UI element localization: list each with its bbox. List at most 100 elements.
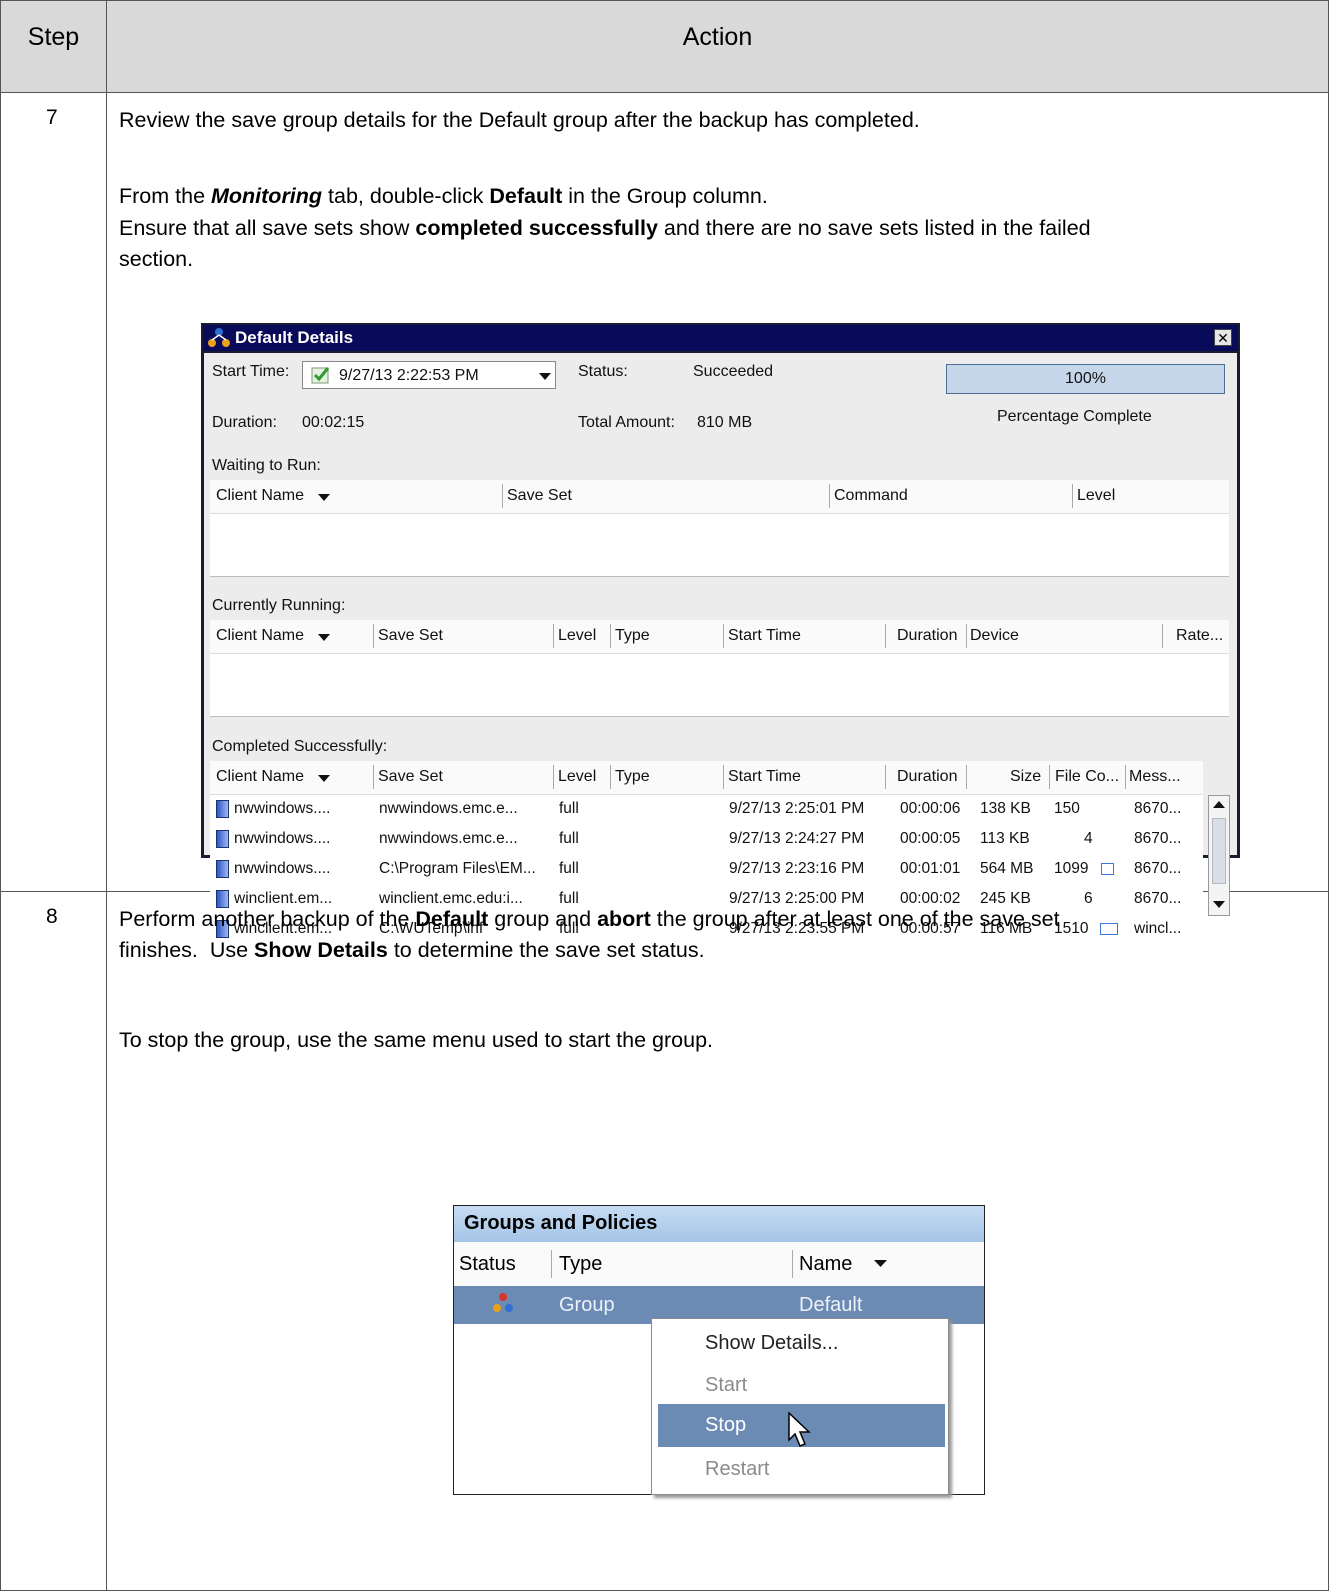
table-cell: 9/27/13 2:24:27 PM bbox=[729, 830, 865, 847]
window-titlebar: Default Details ✕ bbox=[203, 325, 1238, 351]
completed-table-header: Client Name Save Set Level Type Start Ti… bbox=[210, 761, 1203, 795]
table-cell: 00:00:05 bbox=[900, 830, 961, 847]
group-icon bbox=[493, 1293, 513, 1312]
column-divider[interactable] bbox=[553, 765, 554, 789]
column-divider[interactable] bbox=[885, 624, 886, 648]
column-divider[interactable] bbox=[551, 1250, 552, 1278]
column-divider[interactable] bbox=[1072, 484, 1073, 508]
column-divider[interactable] bbox=[723, 765, 724, 789]
column-divider[interactable] bbox=[553, 624, 554, 648]
col-status[interactable]: Status bbox=[459, 1253, 516, 1276]
col-client-name[interactable]: Client Name bbox=[216, 627, 304, 645]
client-computer-icon bbox=[216, 860, 229, 878]
col-message[interactable]: Mess... bbox=[1129, 768, 1181, 786]
table-cell: 4 bbox=[1084, 830, 1093, 847]
table-cell: full bbox=[559, 830, 579, 847]
column-divider[interactable] bbox=[610, 624, 611, 648]
percent-complete-label: Percentage Complete bbox=[997, 408, 1152, 425]
progress-text: 100% bbox=[1065, 370, 1106, 387]
waiting-table-header: Client Name Save Set Command Level bbox=[210, 480, 1229, 514]
table-cell: nwwindows.... bbox=[234, 830, 331, 847]
col-name[interactable]: Name bbox=[799, 1253, 852, 1276]
column-divider[interactable] bbox=[373, 765, 374, 789]
checkmark-icon bbox=[311, 367, 330, 384]
scrollbar[interactable] bbox=[1208, 795, 1230, 916]
window-title: Default Details bbox=[235, 328, 354, 347]
scroll-down-icon[interactable] bbox=[1213, 901, 1225, 909]
step-8-line-1: Perform another backup of the Default gr… bbox=[119, 905, 1060, 934]
menu-item-start[interactable]: Start bbox=[705, 1374, 747, 1397]
col-command[interactable]: Command bbox=[834, 487, 908, 505]
column-divider[interactable] bbox=[1049, 765, 1050, 789]
text-run: To stop the group, use the same menu use… bbox=[119, 1028, 714, 1052]
column-divider[interactable] bbox=[966, 624, 967, 648]
col-size[interactable]: Size bbox=[1010, 768, 1041, 786]
table-cell: nwwindows.emc.e... bbox=[379, 830, 518, 847]
text-run-bold: Default bbox=[415, 907, 489, 931]
col-device[interactable]: Device bbox=[970, 627, 1019, 645]
col-save-set[interactable]: Save Set bbox=[507, 487, 572, 505]
col-type[interactable]: Type bbox=[615, 627, 650, 645]
text-run-bold: abort bbox=[597, 907, 651, 931]
mouse-cursor-icon bbox=[788, 1412, 811, 1447]
column-divider[interactable] bbox=[792, 1250, 793, 1278]
close-button[interactable]: ✕ bbox=[1214, 329, 1232, 346]
col-duration[interactable]: Duration bbox=[897, 627, 957, 645]
text-run: the group after at least one of the save… bbox=[650, 907, 1060, 931]
table-cell: 8670... bbox=[1134, 890, 1182, 907]
table-row[interactable]: nwwindows.... nwwindows.emc.e... full 9/27/… bbox=[210, 825, 1200, 855]
text-run: finishes. Use bbox=[119, 938, 255, 962]
col-start-time[interactable]: Start Time bbox=[728, 768, 801, 786]
col-client-name[interactable]: Client Name bbox=[216, 487, 304, 505]
col-file-count[interactable]: File Co... bbox=[1055, 768, 1119, 786]
group-icon bbox=[208, 328, 230, 347]
col-duration[interactable]: Duration bbox=[897, 768, 957, 786]
header-action: Action bbox=[106, 0, 1329, 93]
column-divider[interactable] bbox=[610, 765, 611, 789]
col-level[interactable]: Level bbox=[1077, 487, 1115, 505]
col-start-time[interactable]: Start Time bbox=[728, 627, 801, 645]
scroll-up-icon[interactable] bbox=[1213, 801, 1225, 809]
column-divider[interactable] bbox=[723, 624, 724, 648]
column-divider[interactable] bbox=[1162, 624, 1163, 648]
column-divider[interactable] bbox=[502, 484, 503, 508]
col-type[interactable]: Type bbox=[615, 768, 650, 786]
file-count-square-icon bbox=[1101, 863, 1114, 875]
col-save-set[interactable]: Save Set bbox=[378, 627, 443, 645]
groups-policies-title: Groups and Policies bbox=[454, 1206, 984, 1242]
text-run: section. bbox=[119, 247, 194, 271]
text-run-bold: Show Details bbox=[254, 938, 388, 962]
menu-item-stop[interactable]: Stop bbox=[705, 1414, 746, 1437]
column-divider[interactable] bbox=[885, 765, 886, 789]
text-run: to determine the save set status. bbox=[387, 938, 705, 962]
window-body: Start Time: 9/27/13 2:22:53 PM Status: S… bbox=[204, 353, 1237, 938]
table-cell: 9/27/13 2:25:01 PM bbox=[729, 800, 865, 817]
menu-item-restart[interactable]: Restart bbox=[705, 1458, 769, 1481]
table-cell: nwwindows.emc.e... bbox=[379, 800, 518, 817]
text-run: in the Group column. bbox=[562, 184, 768, 208]
col-rate[interactable]: Rate... bbox=[1176, 627, 1223, 645]
scroll-thumb[interactable] bbox=[1212, 818, 1226, 884]
col-type[interactable]: Type bbox=[559, 1253, 602, 1276]
col-level[interactable]: Level bbox=[558, 627, 596, 645]
step-7-line-1: Review the save group details for the De… bbox=[119, 106, 920, 135]
running-table: Client Name Save Set Level Type Start Ti… bbox=[210, 620, 1229, 720]
column-divider[interactable] bbox=[966, 765, 967, 789]
text-run-bold-italic: Monitoring bbox=[211, 184, 323, 208]
table-row[interactable]: nwwindows.... nwwindows.emc.e... full 9/27/… bbox=[210, 795, 1200, 825]
col-client-name[interactable]: Client Name bbox=[216, 768, 304, 786]
table-cell: full bbox=[559, 800, 579, 817]
table-cell: 8670... bbox=[1134, 860, 1182, 877]
column-divider[interactable] bbox=[829, 484, 830, 508]
col-save-set[interactable]: Save Set bbox=[378, 768, 443, 786]
col-level[interactable]: Level bbox=[558, 768, 596, 786]
column-divider[interactable] bbox=[1125, 765, 1126, 789]
table-row[interactable]: nwwindows.... C:\Program Files\EM... full 9… bbox=[210, 855, 1200, 885]
text-run: From the bbox=[119, 184, 211, 208]
start-time-select[interactable]: 9/27/13 2:22:53 PM bbox=[302, 361, 556, 389]
table-cell: 00:00:06 bbox=[900, 800, 961, 817]
table-cell: 8670... bbox=[1134, 830, 1182, 847]
table-cell: C:\Program Files\EM... bbox=[379, 860, 536, 877]
menu-item-show-details[interactable]: Show Details... bbox=[705, 1332, 838, 1355]
column-divider[interactable] bbox=[373, 624, 374, 648]
